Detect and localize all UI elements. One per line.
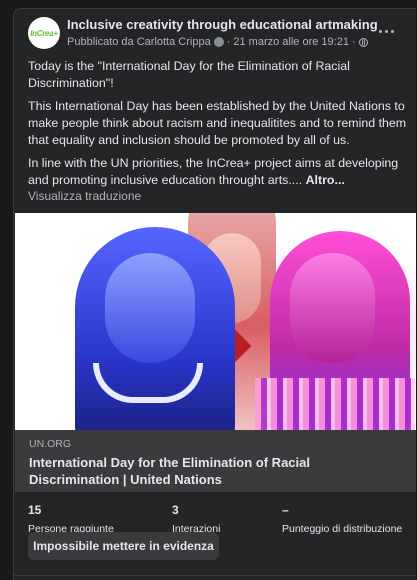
stat-value: 15 bbox=[28, 503, 42, 517]
link-preview-image[interactable] bbox=[15, 213, 416, 430]
stat-reach: 15 Persone raggiunte bbox=[28, 503, 114, 535]
post-card: InCrea+ Inclusive creativity through edu… bbox=[13, 8, 416, 580]
post-paragraph: Today is the "International Day for the … bbox=[28, 59, 350, 90]
stat-interactions: 3 Interazioni bbox=[172, 503, 220, 535]
globe-icon[interactable] bbox=[358, 37, 368, 47]
author-badge-icon bbox=[213, 37, 224, 47]
post-date[interactable]: 21 marzo alle ore 19:21 bbox=[233, 36, 349, 48]
post-header: InCrea+ Inclusive creativity through edu… bbox=[14, 9, 416, 57]
divider bbox=[14, 575, 416, 576]
link-domain: UN.ORG bbox=[29, 438, 71, 450]
post-meta: Pubblicato da Carlotta Crippa · 21 marzo… bbox=[67, 36, 368, 48]
post-paragraph: In line with the UN priorities, the InCr… bbox=[28, 155, 408, 189]
see-more-link[interactable]: Altro... bbox=[306, 173, 345, 187]
image-figure-right-face bbox=[290, 253, 375, 363]
more-dot bbox=[390, 29, 394, 33]
page-name-link[interactable]: Inclusive creativity through educational… bbox=[67, 17, 378, 32]
stat-label: Punteggio di distribuzione bbox=[282, 523, 403, 535]
link-preview-caption[interactable]: UN.ORG International Day for the Elimina… bbox=[15, 430, 416, 492]
post-body: Today is the "International Day for the … bbox=[28, 58, 408, 195]
post-insights: 15 Persone raggiunte 3 Interazioni – Pun… bbox=[14, 495, 416, 537]
link-title[interactable]: International Day for the Elimination of… bbox=[29, 454, 399, 488]
avatar-logo: InCrea+ bbox=[30, 28, 58, 38]
more-horizontal-icon bbox=[378, 29, 382, 33]
more-dot bbox=[384, 29, 388, 33]
stat-distribution-score: – Punteggio di distribuzione bbox=[282, 503, 402, 535]
published-by: Pubblicato da Carlotta Crippa bbox=[67, 36, 211, 48]
page-avatar[interactable]: InCrea+ bbox=[28, 17, 60, 49]
more-options-button[interactable] bbox=[374, 21, 398, 41]
boost-post-button[interactable]: Impossibile mettere in evidenza bbox=[28, 532, 219, 560]
image-shirt-pattern bbox=[255, 378, 415, 430]
meta-separator: · bbox=[226, 36, 231, 48]
meta-separator: · bbox=[351, 36, 356, 48]
stat-value: – bbox=[282, 503, 289, 517]
image-figure-left-face bbox=[105, 253, 195, 363]
translate-link[interactable]: Visualizza traduzione bbox=[28, 189, 141, 203]
post-paragraph: This International Day has been establis… bbox=[28, 99, 407, 147]
stat-value: 3 bbox=[172, 503, 179, 517]
